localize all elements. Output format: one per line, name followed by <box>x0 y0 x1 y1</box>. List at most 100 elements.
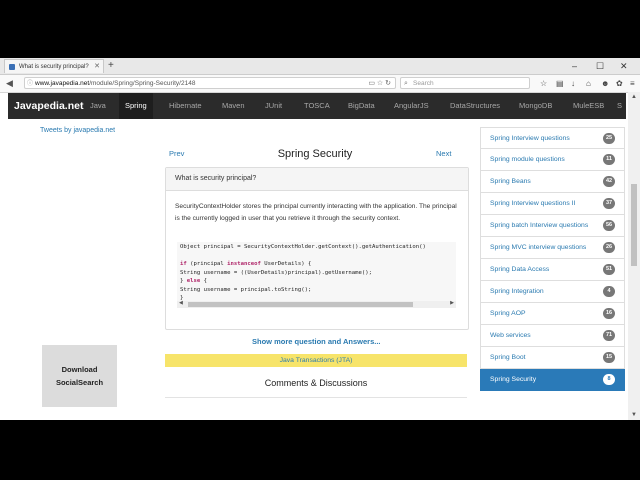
count-badge: 71 <box>603 330 615 341</box>
nav-hibernate[interactable]: Hibernate <box>169 93 202 119</box>
nav-datastructures[interactable]: DataStructures <box>450 93 500 119</box>
tab-title: What is security principal? <box>19 64 89 70</box>
related-topic-banner[interactable]: Java Transactions (JTA) <box>165 354 467 367</box>
close-tab-icon[interactable]: ✕ <box>94 60 100 73</box>
sidebar-item-label: Spring Security <box>490 376 537 383</box>
sidebar-item-spring-interview-questions[interactable]: Spring Interview questions 25 <box>480 127 625 149</box>
code-line: UserDetails) { <box>260 261 312 267</box>
count-badge: 4 <box>603 286 615 297</box>
code-keyword: else <box>186 278 201 284</box>
sidebar-item-label: Spring AOP <box>490 310 526 317</box>
ad-line1: Download <box>61 365 98 374</box>
nav-muleesb[interactable]: MuleESB <box>573 93 604 119</box>
page-scrollbar[interactable]: ▲ ▼ <box>628 92 640 420</box>
count-badge: 8 <box>603 374 615 385</box>
sidebar-item-spring-beans[interactable]: Spring Beans 42 <box>480 171 625 193</box>
count-badge: 37 <box>603 198 615 209</box>
nav-maven[interactable]: Maven <box>222 93 245 119</box>
nav-junit[interactable]: JUnit <box>265 93 282 119</box>
library-icon[interactable]: ▤ <box>556 77 564 90</box>
site-logo[interactable]: Javapedia.net <box>14 93 83 119</box>
url-path: /module/Spring/Spring-Security/2148 <box>89 80 196 87</box>
ad-download-socialsearch[interactable]: Download SocialSearch <box>42 345 117 407</box>
page-title: Spring Security <box>277 148 353 160</box>
nav-toolbar: ◀ ⓘ www.javapedia.net/module/Spring/Spri… <box>0 75 640 93</box>
maximize-icon[interactable]: ☐ <box>596 58 604 74</box>
sidebar-item-spring-batch[interactable]: Spring batch Interview questions 56 <box>480 215 625 237</box>
search-placeholder: Search <box>413 80 434 87</box>
sidebar-item-label: Spring Boot <box>490 354 526 361</box>
sidebar-item-spring-aop[interactable]: Spring AOP 16 <box>480 303 625 325</box>
count-badge: 42 <box>603 176 615 187</box>
code-line: { <box>200 278 207 284</box>
minimize-icon[interactable]: – <box>572 58 577 74</box>
info-icon[interactable]: ⓘ <box>27 78 33 90</box>
tweets-link[interactable]: Tweets by javapedia.net <box>40 127 115 134</box>
sidebar-item-label: Spring Interview questions <box>490 135 570 142</box>
nav-more[interactable]: S <box>617 93 622 119</box>
menu-icon[interactable]: ≡ <box>630 77 635 90</box>
next-link[interactable]: Next <box>436 149 451 158</box>
new-tab-icon[interactable]: + <box>108 59 114 73</box>
nav-angularjs[interactable]: AngularJS <box>394 93 429 119</box>
count-badge: 25 <box>603 133 615 144</box>
sidebar-item-label: Spring Integration <box>490 288 544 295</box>
answer-text: SecurityContextHolder stores the princip… <box>175 203 457 222</box>
favicon-icon <box>9 64 15 70</box>
bookmark-star-icon[interactable]: ☆ <box>377 80 383 87</box>
sidebar-item-label: Spring Beans <box>490 178 531 185</box>
nav-java[interactable]: Java <box>90 93 106 119</box>
nav-tosca[interactable]: TOSCA <box>304 93 330 119</box>
nav-mongodb[interactable]: MongoDB <box>519 93 552 119</box>
close-window-icon[interactable]: ✕ <box>620 58 628 74</box>
download-icon[interactable]: ↓ <box>571 77 575 90</box>
sidebar-item-spring-integration[interactable]: Spring Integration 4 <box>480 281 625 303</box>
code-scrollbar[interactable]: ◀ ▶ <box>177 300 456 308</box>
scroll-down-icon[interactable]: ▼ <box>631 412 637 418</box>
topics-sidebar: Spring Interview questions 25 Spring modu… <box>480 127 625 391</box>
url-actions: ▭ ☆ ↻ <box>368 78 391 90</box>
address-bar[interactable]: ⓘ www.javapedia.net/module/Spring/Spring… <box>24 77 396 89</box>
count-badge: 26 <box>603 242 615 253</box>
sidebar-item-label: Spring Data Access <box>490 266 550 273</box>
code-keyword: if <box>180 261 187 267</box>
scroll-up-icon[interactable]: ▲ <box>631 94 637 100</box>
scroll-left-icon[interactable]: ◀ <box>179 300 183 306</box>
count-badge: 15 <box>603 352 615 363</box>
scrollbar-thumb[interactable] <box>188 302 413 307</box>
browser-tab[interactable]: What is security principal? ✕ <box>4 59 104 73</box>
sidebar-item-spring-mvc[interactable]: Spring MVC interview questions 26 <box>480 237 625 259</box>
sidebar-item-label: Web services <box>490 332 531 339</box>
sidebar-item-spring-data-access[interactable]: Spring Data Access 51 <box>480 259 625 281</box>
reload-icon[interactable]: ↻ <box>385 80 391 87</box>
question-heading: What is security principal? <box>166 168 468 191</box>
sidebar-item-web-services[interactable]: Web services 71 <box>480 325 625 347</box>
pocket-icon[interactable]: ☻ <box>601 77 609 90</box>
site-navbar: Javapedia.net Java Spring Hibernate Mave… <box>8 93 626 119</box>
sidebar-item-spring-boot[interactable]: Spring Boot 15 <box>480 347 625 369</box>
home-icon[interactable]: ⌂ <box>586 77 591 90</box>
code-block: Object principal = SecurityContextHolder… <box>177 242 456 306</box>
star-icon[interactable]: ☆ <box>540 77 547 90</box>
code-line: Object principal = SecurityContextHolder… <box>180 244 426 250</box>
search-input[interactable]: ⌕ Search <box>400 77 530 89</box>
count-badge: 16 <box>603 308 615 319</box>
scrollbar-thumb[interactable] <box>631 184 637 266</box>
count-badge: 51 <box>603 264 615 275</box>
extension-icon[interactable]: ✿ <box>616 77 623 90</box>
show-more-link[interactable]: Show more question and Answers... <box>252 337 381 346</box>
nav-spring[interactable]: Spring <box>119 93 153 119</box>
sidebar-item-spring-module-questions[interactable]: Spring module questions 11 <box>480 149 625 171</box>
code-line: } <box>180 278 187 284</box>
sidebar-item-spring-security[interactable]: Spring Security 8 <box>480 369 625 391</box>
prev-link[interactable]: Prev <box>169 149 184 158</box>
back-icon[interactable]: ◀ <box>6 76 13 91</box>
search-icon: ⌕ <box>404 80 408 87</box>
scroll-right-icon[interactable]: ▶ <box>450 300 454 306</box>
count-badge: 56 <box>603 220 615 231</box>
reader-icon[interactable]: ▭ <box>368 80 375 87</box>
sidebar-item-spring-interview-questions-ii[interactable]: Spring Interview questions II 37 <box>480 193 625 215</box>
code-keyword: instanceof <box>227 261 261 267</box>
nav-bigdata[interactable]: BigData <box>348 93 375 119</box>
ad-line2: SocialSearch <box>55 378 104 387</box>
